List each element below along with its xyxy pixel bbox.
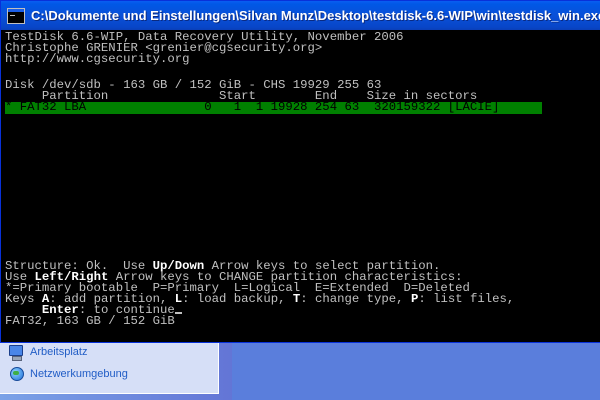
console-window[interactable]: C:\Dokumente und Einstellungen\Silvan Mu… bbox=[0, 0, 600, 343]
computer-icon bbox=[8, 344, 24, 361]
window-titlebar[interactable]: C:\Dokumente und Einstellungen\Silvan Mu… bbox=[1, 1, 600, 30]
partition-summary-line: FAT32, 163 GB / 152 GiB bbox=[5, 314, 175, 328]
text-cursor bbox=[174, 312, 182, 314]
network-icon bbox=[8, 366, 24, 382]
window-title: C:\Dokumente und Einstellungen\Silvan Mu… bbox=[31, 8, 600, 23]
explorer-item-label: Netzwerkumgebung bbox=[30, 368, 128, 380]
console-app-icon[interactable] bbox=[7, 7, 25, 24]
explorer-item-arbeitsplatz[interactable]: Arbeitsplatz bbox=[8, 343, 87, 361]
explorer-item-label: Arbeitsplatz bbox=[30, 346, 88, 358]
header-line-3: http://www.cgsecurity.org bbox=[5, 52, 190, 66]
console-output[interactable]: TestDisk 6.6-WIP, Data Recovery Utility,… bbox=[5, 30, 600, 340]
partition-row-selected[interactable]: * FAT32 LBA 0 1 1 19928 254 63 320159322… bbox=[5, 101, 542, 114]
explorer-item-netzwerkumgebung[interactable]: Netzwerkumgebung bbox=[8, 365, 128, 383]
